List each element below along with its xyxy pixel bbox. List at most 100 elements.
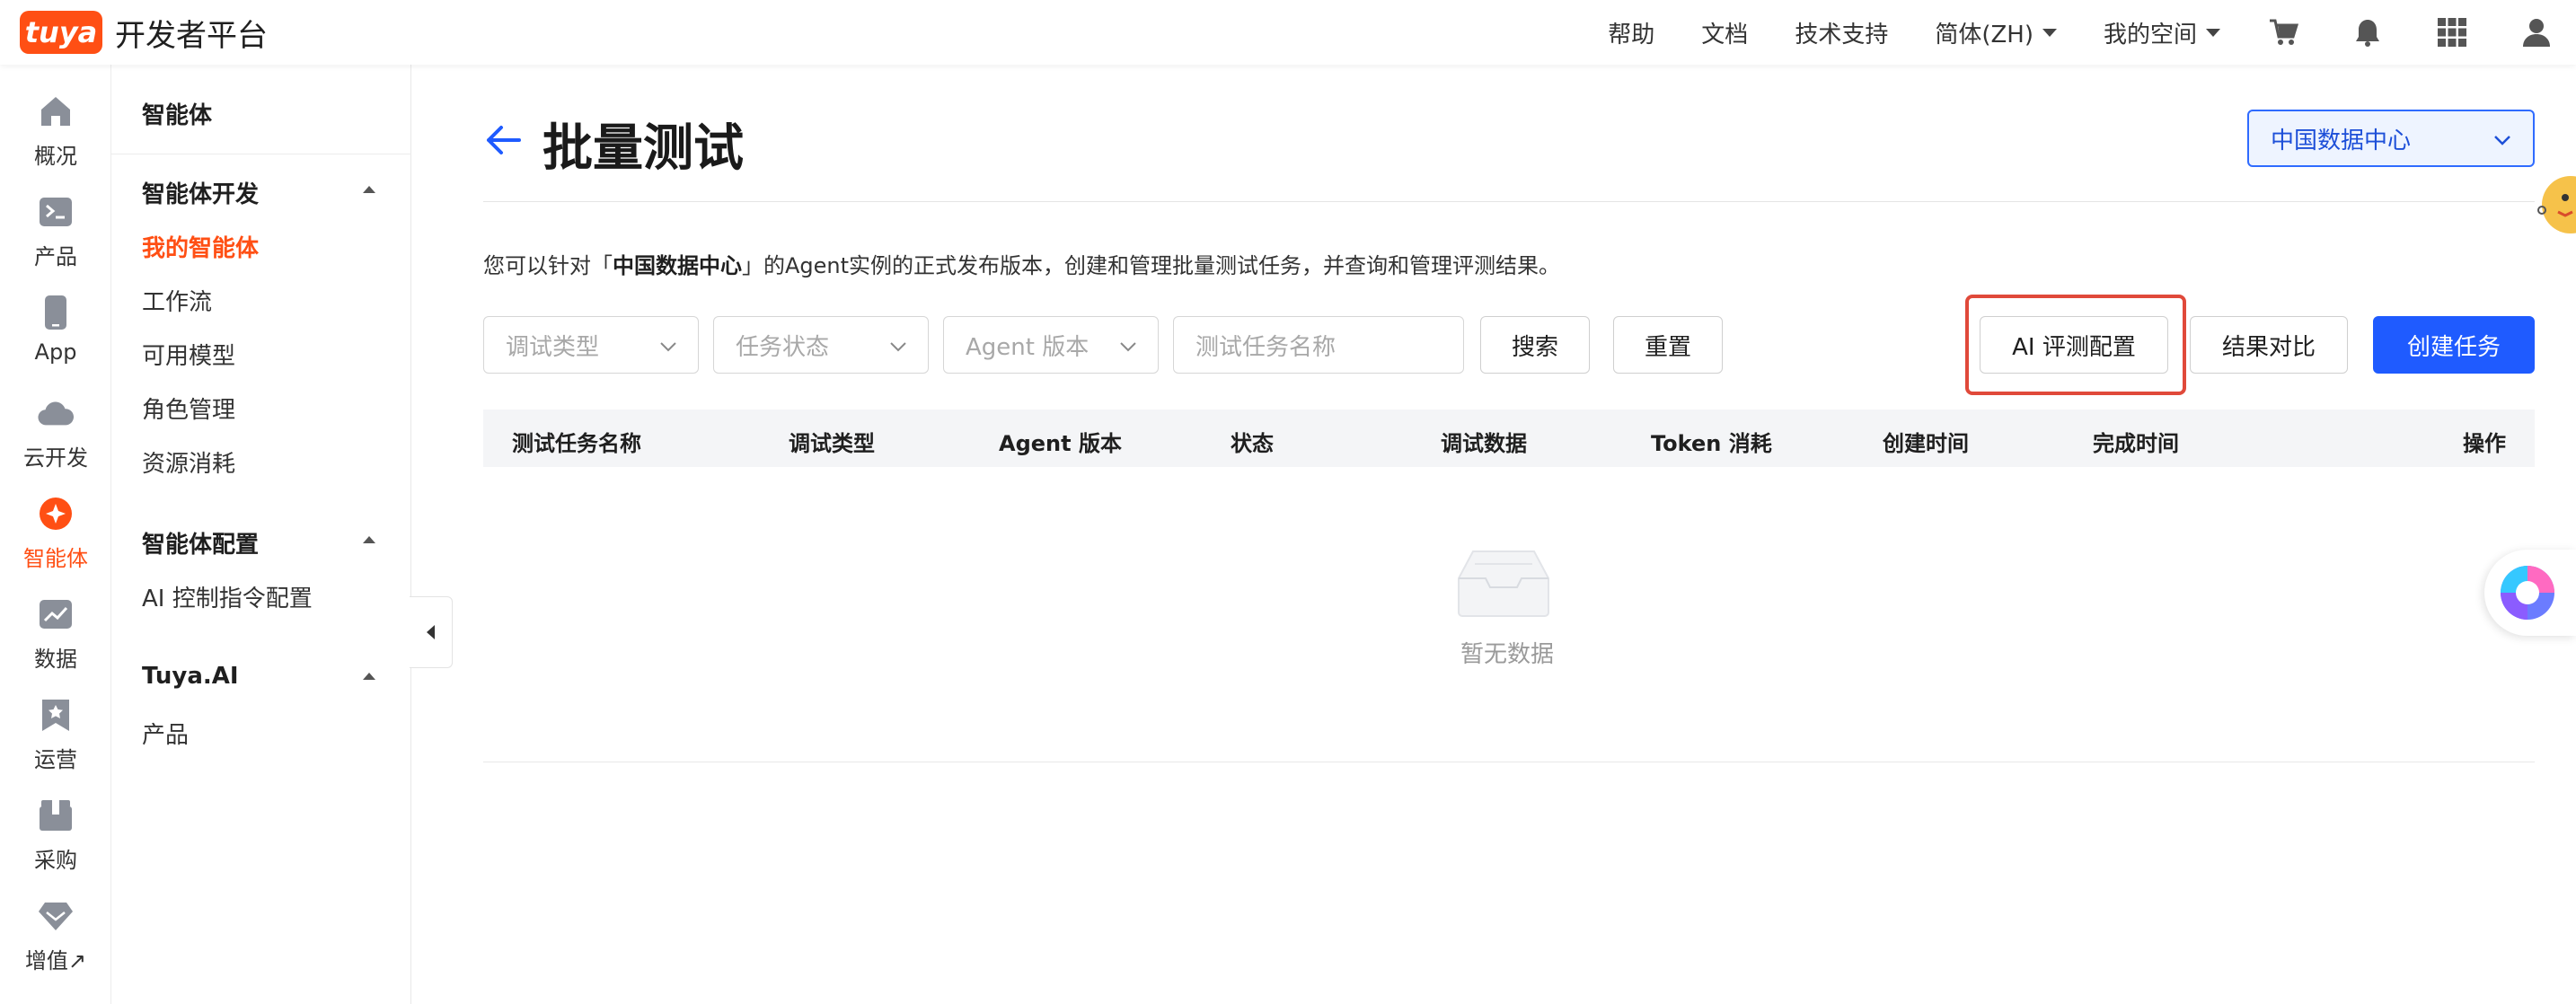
col-debug-type: 调试类型 — [789, 431, 875, 456]
col-created-time: 创建时间 — [1883, 431, 1969, 456]
col-status: 状态 — [1231, 431, 1274, 456]
menu-item-ai-control[interactable]: AI 控制指令配置 — [142, 580, 313, 613]
page-title: 批量测试 — [543, 119, 744, 178]
cloud-icon — [38, 395, 74, 431]
col-debug-data: 调试数据 — [1441, 431, 1527, 456]
rail-item-cloud[interactable]: 云开发 — [0, 395, 111, 485]
terminal-icon — [38, 194, 74, 230]
bell-icon[interactable] — [2351, 16, 2384, 48]
menu-item-resources[interactable]: 资源消耗 — [142, 445, 235, 479]
menu-group-agent-dev[interactable]: 智能体开发 — [142, 176, 259, 209]
ai-assistant-icon — [2501, 566, 2554, 620]
rail-item-value-added[interactable]: 增值↗ — [0, 898, 111, 988]
tuya-logo: tuya — [20, 11, 102, 54]
rail-item-app[interactable]: App — [0, 295, 111, 384]
diamond-icon — [38, 898, 74, 934]
col-finished-time: 完成时间 — [2093, 431, 2179, 456]
rail-item-operations[interactable]: 运营 — [0, 697, 111, 787]
caret-down-icon — [2206, 28, 2220, 37]
bookmark-star-icon — [38, 697, 74, 733]
task-status-select[interactable]: 任务状态 — [713, 316, 929, 374]
user-icon[interactable] — [2520, 16, 2553, 48]
chevron-down-icon — [890, 342, 906, 352]
page-description: 您可以针对「中国数据中心」的Agent实例的正式发布版本，创建和管理批量测试任务… — [483, 248, 1560, 279]
search-button[interactable]: 搜索 — [1480, 316, 1590, 374]
apps-grid-icon[interactable] — [2436, 16, 2468, 48]
caret-up-icon[interactable] — [363, 536, 375, 543]
input-placeholder: 测试任务名称 — [1195, 333, 1337, 361]
title-divider — [483, 201, 2535, 202]
select-placeholder: Agent 版本 — [966, 333, 1090, 361]
col-agent-version: Agent 版本 — [999, 431, 1122, 456]
rail-label: 数据 — [34, 647, 77, 672]
chevron-down-icon — [1120, 342, 1136, 352]
submenu-title: 智能体 — [142, 102, 213, 129]
phone-icon — [38, 295, 74, 330]
home-icon — [38, 93, 74, 129]
rail-item-overview[interactable]: 概况 — [0, 93, 111, 183]
empty-state-text: 暂无数据 — [1460, 641, 1555, 668]
top-nav: 帮助 文档 技术支持 简体(ZH) 我的空间 — [1608, 0, 2576, 65]
rail-label: 运营 — [34, 747, 77, 772]
col-actions: 操作 — [2463, 431, 2506, 456]
workspace-label: 我的空间 — [2103, 21, 2197, 48]
app-root: tuya 开发者平台 帮助 文档 技术支持 简体(ZH) 我的空间 概况 产品 … — [0, 0, 2576, 1004]
annotation-highlight-box — [1965, 295, 2186, 395]
left-rail: 概况 产品 App 云开发 智能体 数据 运营 采购 增值↗ — [0, 65, 111, 1004]
rail-item-purchase[interactable]: 采购 — [0, 797, 111, 887]
workspace-dropdown[interactable]: 我的空间 — [2104, 16, 2220, 49]
rail-item-data[interactable]: 数据 — [0, 596, 111, 686]
menu-item-models[interactable]: 可用模型 — [142, 338, 235, 371]
table-header: 测试任务名称 调试类型 Agent 版本 状态 调试数据 Token 消耗 创建… — [483, 410, 2535, 467]
menu-item-my-agents[interactable]: 我的智能体 — [142, 230, 259, 263]
rail-label: 智能体 — [23, 546, 88, 571]
help-link[interactable]: 帮助 — [1608, 16, 1654, 49]
reset-button[interactable]: 重置 — [1613, 316, 1723, 374]
rail-label: App — [34, 339, 77, 365]
ai-assistant-button[interactable] — [2484, 550, 2576, 636]
desc-suffix: 」的Agent实例的正式发布版本，创建和管理批量测试任务，并查询和管理评测结果。 — [742, 253, 1561, 278]
menu-item-roles[interactable]: 角色管理 — [142, 392, 235, 425]
brand-title: 开发者平台 — [115, 17, 268, 54]
debug-type-select[interactable]: 调试类型 — [483, 316, 699, 374]
rail-label: 产品 — [34, 244, 77, 269]
docs-link[interactable]: 文档 — [1701, 16, 1748, 49]
secondary-menu: 智能体 智能体开发 我的智能体 工作流 可用模型 角色管理 资源消耗 智能体配置… — [111, 65, 411, 1004]
region-select[interactable]: 中国数据中心 — [2247, 110, 2535, 167]
cart-icon[interactable] — [2267, 16, 2299, 48]
task-name-input[interactable]: 测试任务名称 — [1173, 316, 1464, 374]
compare-results-button[interactable]: 结果对比 — [2190, 316, 2348, 374]
col-task-name: 测试任务名称 — [512, 431, 641, 456]
main-content: 批量测试 中国数据中心 您可以针对「中国数据中心」的Agent实例的正式发布版本… — [411, 65, 2576, 1004]
agent-star-icon — [38, 496, 74, 532]
chevron-down-icon — [2494, 136, 2510, 145]
rail-label: 概况 — [34, 144, 77, 169]
select-placeholder: 调试类型 — [506, 333, 600, 361]
caret-up-icon[interactable] — [363, 186, 375, 193]
rail-item-product[interactable]: 产品 — [0, 194, 111, 284]
box-icon — [38, 797, 74, 833]
caret-up-icon[interactable] — [363, 673, 375, 680]
submenu-header: 智能体 — [111, 65, 411, 154]
desc-region: 中国数据中心 — [613, 253, 742, 278]
rail-label: 云开发 — [23, 445, 88, 471]
back-arrow-icon[interactable] — [483, 120, 523, 160]
language-dropdown[interactable]: 简体(ZH) — [1935, 16, 2057, 49]
support-link[interactable]: 技术支持 — [1795, 16, 1888, 49]
create-task-button[interactable]: 创建任务 — [2373, 316, 2535, 374]
agent-version-select[interactable]: Agent 版本 — [943, 316, 1159, 374]
brand[interactable]: tuya 开发者平台 — [20, 11, 268, 55]
top-header: tuya 开发者平台 帮助 文档 技术支持 简体(ZH) 我的空间 — [0, 0, 2576, 65]
desc-prefix: 您可以针对「 — [483, 253, 613, 278]
empty-inbox-icon — [1458, 550, 1549, 617]
menu-group-agent-config[interactable]: 智能体配置 — [142, 526, 259, 559]
chart-icon — [38, 596, 74, 632]
menu-item-product[interactable]: 产品 — [142, 717, 189, 750]
menu-item-workflow[interactable]: 工作流 — [142, 284, 212, 317]
region-value: 中国数据中心 — [2271, 127, 2412, 154]
rail-item-agent[interactable]: 智能体 — [0, 496, 111, 586]
language-label: 简体(ZH) — [1935, 21, 2033, 48]
mascot-icon[interactable] — [2535, 153, 2576, 242]
menu-group-tuya-ai[interactable]: Tuya.AI — [142, 663, 239, 690]
rail-label: 采购 — [34, 848, 77, 873]
